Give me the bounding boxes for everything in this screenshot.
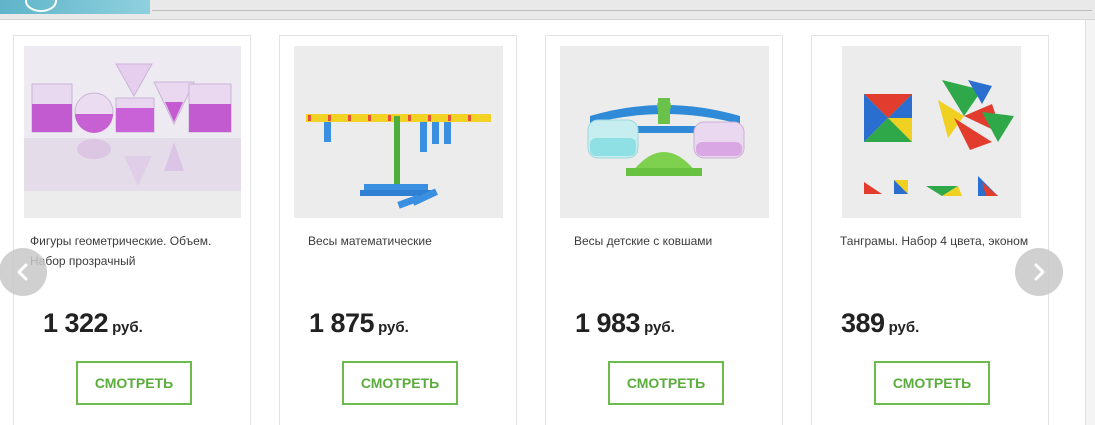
product-name[interactable]: Фигуры геометрические. Объем. Набор проз… xyxy=(30,231,220,271)
price-value: 389 xyxy=(841,308,885,338)
product-price: 1 322 руб. xyxy=(43,308,143,339)
top-divider xyxy=(152,10,1092,11)
product-card[interactable]: Танграмы. Набор 4 цвета, эконом 389 руб. … xyxy=(811,35,1049,425)
product-name[interactable]: Танграмы. Набор 4 цвета, эконом xyxy=(840,231,1030,251)
browser-top-strip xyxy=(0,0,1095,20)
price-value: 1 875 xyxy=(309,308,375,338)
price-currency: руб. xyxy=(644,319,675,336)
price-currency: руб. xyxy=(888,319,920,336)
product-price: 1 875 руб. xyxy=(309,308,409,339)
geometric-shapes-image[interactable] xyxy=(24,46,241,218)
tangram-image[interactable] xyxy=(842,46,1021,218)
view-button[interactable]: СМОТРЕТЬ xyxy=(342,361,458,405)
price-value: 1 983 xyxy=(575,308,641,338)
banner-thumbnail xyxy=(0,0,150,14)
page-scrollbar[interactable] xyxy=(1085,20,1095,425)
product-name[interactable]: Весы детские с ковшами xyxy=(574,231,764,251)
math-balance-image[interactable] xyxy=(294,46,503,218)
product-price: 1 983 руб. xyxy=(575,308,675,339)
product-price: 389 руб. xyxy=(841,308,919,339)
product-card[interactable]: Весы детские с ковшами 1 983 руб. СМОТРЕТ… xyxy=(545,35,783,425)
view-button[interactable]: СМОТРЕТЬ xyxy=(608,361,724,405)
chevron-left-icon xyxy=(17,263,28,281)
product-card[interactable]: Фигуры геометрические. Объем. Набор проз… xyxy=(13,35,251,425)
product-card[interactable]: Весы математические 1 875 руб. СМОТРЕТЬ xyxy=(279,35,517,425)
view-button[interactable]: СМОТРЕТЬ xyxy=(76,361,192,405)
chevron-right-icon xyxy=(1034,263,1045,281)
kids-scale-image[interactable] xyxy=(560,46,769,218)
price-value: 1 322 xyxy=(43,308,109,338)
price-currency: руб. xyxy=(378,319,409,336)
view-button[interactable]: СМОТРЕТЬ xyxy=(874,361,990,405)
product-name[interactable]: Весы математические xyxy=(308,231,498,251)
price-currency: руб. xyxy=(112,319,143,336)
carousel-prev-button[interactable] xyxy=(0,248,47,296)
carousel-next-button[interactable] xyxy=(1015,248,1063,296)
